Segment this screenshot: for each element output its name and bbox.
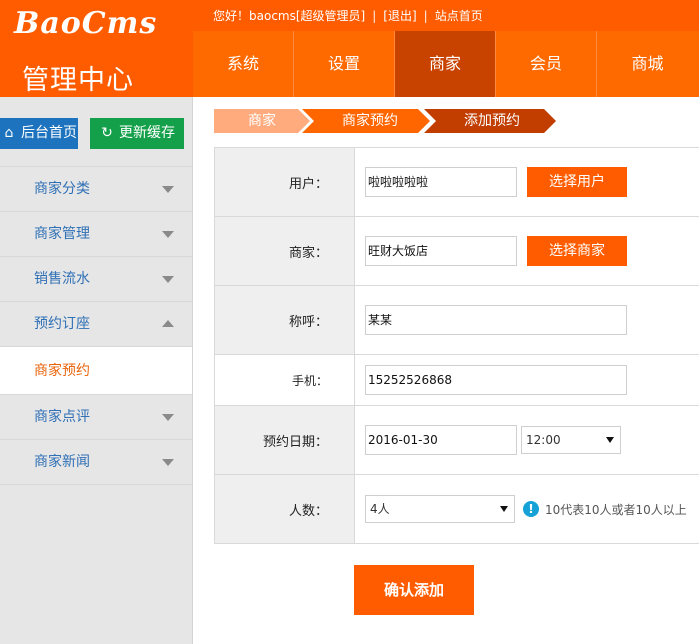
sidebar-item-reviews[interactable]: 商家点评 bbox=[0, 395, 192, 440]
breadcrumb-item-merchant[interactable]: 商家 bbox=[214, 109, 310, 133]
name-input[interactable]: 某某 bbox=[365, 305, 627, 335]
greeting-text: 您好！baocms[超级管理员] bbox=[213, 9, 366, 23]
logo-subtitle: 管理中心 bbox=[22, 65, 134, 96]
user-label: 用户： bbox=[214, 148, 355, 216]
info-icon: ! bbox=[523, 501, 539, 517]
sidebar-item-reservation[interactable]: 预约订座 bbox=[0, 302, 192, 347]
form-row-people: 人数： 4人 ! 10代表10人或者10人以上 bbox=[214, 475, 699, 544]
chevron-up-icon bbox=[162, 320, 174, 327]
form-row-shop: 商家： 旺财大饭店 选择商家 bbox=[214, 217, 699, 286]
nav-item-mall[interactable]: 商城 bbox=[597, 31, 698, 97]
form-row-name: 称呼： 某某 bbox=[214, 286, 699, 355]
time-select[interactable]: 12:00 bbox=[521, 426, 621, 454]
submit-button[interactable]: 确认添加 bbox=[354, 565, 474, 615]
main-nav: 系统 设置 商家 会员 商城 bbox=[193, 31, 699, 97]
main-content: 商家 商家预约 添加预约 用户： 啦啦啦啦啦 选择用户 商家： 旺财大饭店 选择… bbox=[194, 97, 699, 644]
sidebar-quick-actions: ⌂ 后台首页 ↻ 更新缓存 bbox=[0, 97, 192, 167]
logo-area: BaoCms 管理中心 bbox=[0, 0, 193, 97]
chevron-down-icon bbox=[162, 459, 174, 466]
shop-label: 商家： bbox=[214, 217, 355, 285]
chevron-down-icon bbox=[162, 414, 174, 421]
chevron-down-icon bbox=[162, 231, 174, 238]
nav-item-settings[interactable]: 设置 bbox=[294, 31, 395, 97]
nav-item-member[interactable]: 会员 bbox=[496, 31, 597, 97]
mobile-input[interactable]: 15252526868 bbox=[365, 365, 627, 395]
select-shop-button[interactable]: 选择商家 bbox=[527, 236, 627, 266]
sidebar-item-sales[interactable]: 销售流水 bbox=[0, 257, 192, 302]
form-row-date: 预约日期： 2016-01-30 12:00 bbox=[214, 406, 699, 475]
refresh-icon: ↻ bbox=[101, 125, 113, 141]
logo: BaoCms bbox=[14, 6, 158, 41]
nav-item-system[interactable]: 系统 bbox=[193, 31, 294, 97]
sidebar-item-merchant-manage[interactable]: 商家管理 bbox=[0, 212, 192, 257]
nav-item-merchant[interactable]: 商家 bbox=[395, 31, 496, 97]
top-bar: 您好！baocms[超级管理员] | [退出] | 站点首页 bbox=[193, 0, 699, 31]
sidebar-item-news[interactable]: 商家新闻 bbox=[0, 440, 192, 485]
sidebar: ⌂ 后台首页 ↻ 更新缓存 商家分类 商家管理 销售流水 预约订座 商家预约 商家点… bbox=[0, 97, 193, 644]
people-label: 人数： bbox=[214, 475, 355, 543]
home-button[interactable]: ⌂ 后台首页 bbox=[0, 118, 78, 149]
chevron-down-icon bbox=[606, 437, 614, 443]
date-label: 预约日期： bbox=[214, 406, 355, 474]
form-row-user: 用户： 啦啦啦啦啦 选择用户 bbox=[214, 148, 699, 217]
people-hint: 10代表10人或者10人以上 bbox=[545, 502, 687, 517]
home-icon: ⌂ bbox=[4, 125, 14, 141]
breadcrumb-item-add: 添加预约 bbox=[424, 109, 556, 133]
refresh-cache-button[interactable]: ↻ 更新缓存 bbox=[90, 118, 184, 149]
form-row-mobile: 手机： 15252526868 bbox=[214, 355, 699, 406]
user-input[interactable]: 啦啦啦啦啦 bbox=[365, 167, 517, 197]
chevron-down-icon bbox=[162, 276, 174, 283]
site-home-link[interactable]: 站点首页 bbox=[435, 7, 483, 24]
chevron-down-icon bbox=[162, 186, 174, 193]
date-input[interactable]: 2016-01-30 bbox=[365, 425, 517, 455]
name-label: 称呼： bbox=[214, 286, 355, 354]
reservation-form: 用户： 啦啦啦啦啦 选择用户 商家： 旺财大饭店 选择商家 称呼： 某某 手机：… bbox=[214, 147, 699, 544]
sidebar-item-merchant-category[interactable]: 商家分类 bbox=[0, 167, 192, 212]
shop-input[interactable]: 旺财大饭店 bbox=[365, 236, 517, 266]
people-select[interactable]: 4人 bbox=[365, 495, 515, 523]
logout-link[interactable]: [退出] bbox=[383, 7, 416, 24]
breadcrumb-item-reservation[interactable]: 商家预约 bbox=[302, 109, 430, 133]
chevron-down-icon bbox=[500, 506, 508, 512]
mobile-label: 手机： bbox=[214, 355, 355, 405]
select-user-button[interactable]: 选择用户 bbox=[527, 167, 627, 197]
sidebar-subitem-merchant-reservation[interactable]: 商家预约 bbox=[0, 347, 192, 395]
